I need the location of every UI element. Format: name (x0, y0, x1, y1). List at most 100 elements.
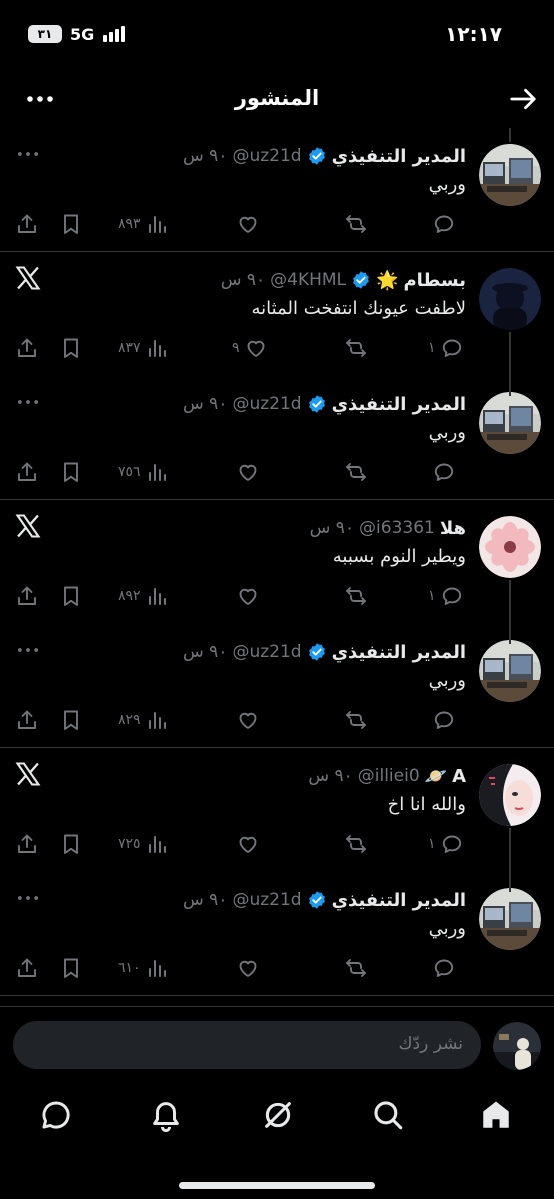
views-button[interactable]: ٨٣٧ (118, 334, 169, 362)
repost-icon (346, 339, 366, 357)
messages-icon[interactable] (39, 1098, 73, 1132)
status-time: ١٢:١٧ (445, 22, 502, 46)
share-button[interactable] (15, 954, 39, 982)
post-more-icon[interactable] (14, 884, 42, 912)
avatar[interactable] (479, 640, 541, 702)
back-arrow-icon[interactable] (508, 84, 538, 114)
author-name[interactable]: المدير التنفيذي (332, 394, 466, 415)
author-name[interactable]: هلا (440, 518, 466, 539)
home-indicator (179, 1182, 375, 1189)
reply-composer: نشر ردّك (0, 1006, 554, 1084)
share-button[interactable] (15, 334, 39, 362)
share-icon (18, 834, 36, 853)
bookmark-button[interactable] (59, 830, 83, 858)
like-button[interactable] (232, 706, 260, 734)
bookmark-icon (64, 834, 78, 854)
reply-button[interactable]: ١ (428, 334, 464, 362)
reply-button[interactable] (428, 954, 456, 982)
views-button[interactable]: ٧٢٥ (118, 830, 169, 858)
repost-button[interactable] (344, 830, 368, 858)
bookmark-button[interactable] (59, 210, 83, 238)
heart-icon (239, 464, 257, 481)
repost-icon (346, 959, 366, 977)
post-actions: ٧٥٦ (0, 458, 554, 486)
author-handle: @illiei0 (357, 766, 420, 786)
repost-button[interactable] (344, 582, 368, 610)
notifications-icon[interactable] (149, 1098, 183, 1132)
user-avatar[interactable] (493, 1022, 541, 1070)
search-icon[interactable] (371, 1098, 405, 1132)
post-author-line: المدير التنفيذي @uz21d ٩٠ س (183, 886, 466, 914)
author-handle: @uz21d (232, 890, 302, 910)
avatar[interactable] (479, 392, 541, 454)
x-logo-icon[interactable] (14, 512, 42, 540)
post-more-icon[interactable] (14, 140, 42, 168)
home-icon[interactable] (479, 1098, 513, 1132)
avatar[interactable] (479, 144, 541, 206)
grok-icon[interactable] (261, 1098, 295, 1132)
bookmark-button[interactable] (59, 458, 83, 486)
views-count: ٨٩٢ (118, 588, 141, 604)
share-button[interactable] (15, 706, 39, 734)
share-button[interactable] (15, 210, 39, 238)
bookmark-button[interactable] (59, 706, 83, 734)
avatar[interactable] (479, 764, 541, 826)
views-count: ٦١٠ (118, 960, 141, 976)
post[interactable]: هلا @i63361 ٩٠ س ويطير النوم بسببه ١ ٨٩٢ (0, 500, 554, 624)
post[interactable]: المدير التنفيذي @uz21d ٩٠ س وربي ٨٢٩ (0, 580, 554, 748)
bookmark-button[interactable] (59, 954, 83, 982)
bookmark-button[interactable] (59, 334, 83, 362)
like-button[interactable] (232, 582, 260, 610)
repost-button[interactable] (344, 210, 368, 238)
share-button[interactable] (15, 830, 39, 858)
reply-button[interactable]: ١ (428, 830, 464, 858)
share-button[interactable] (15, 458, 39, 486)
x-logo-icon[interactable] (14, 760, 42, 788)
like-button[interactable]: ٩ (232, 334, 268, 362)
post-more-icon[interactable] (14, 388, 42, 416)
post[interactable]: المدير التنفيذي @uz21d ٩٠ س وربي ٨٩٣ (0, 128, 554, 252)
like-button[interactable] (232, 210, 260, 238)
views-button[interactable]: ٨٩٣ (118, 210, 169, 238)
views-button[interactable]: ٦١٠ (118, 954, 169, 982)
reply-button[interactable] (428, 706, 456, 734)
post-actions: ٦١٠ (0, 954, 554, 982)
author-name[interactable]: بسطام (403, 270, 466, 291)
share-button[interactable] (15, 582, 39, 610)
avatar[interactable] (479, 516, 541, 578)
like-button[interactable] (232, 458, 260, 486)
repost-button[interactable] (344, 706, 368, 734)
avatar[interactable] (479, 268, 541, 330)
like-button[interactable] (232, 954, 260, 982)
post-more-icon[interactable] (14, 636, 42, 664)
bookmark-button[interactable] (59, 582, 83, 610)
status-bar: ١٢:١٧ ٣١ 5G (0, 0, 554, 70)
author-name[interactable]: A (452, 766, 466, 787)
like-button[interactable] (232, 830, 260, 858)
repost-button[interactable] (344, 334, 368, 362)
views-button[interactable]: ٧٥٦ (118, 458, 169, 486)
views-count: ٨٩٣ (118, 216, 141, 232)
views-button[interactable]: ٨٢٩ (118, 706, 169, 734)
name-emoji: 🌟 (376, 269, 399, 291)
post[interactable]: A 🪐 @illiei0 ٩٠ س والله انا اخ ١ ٧٢٥ (0, 748, 554, 872)
author-name[interactable]: المدير التنفيذي (332, 642, 466, 663)
post[interactable]: المدير التنفيذي @uz21d ٩٠ س وربي ٧٥٦ (0, 332, 554, 500)
reply-button[interactable] (428, 210, 456, 238)
repost-button[interactable] (344, 954, 368, 982)
reply-count: ١ (428, 836, 436, 852)
more-options-icon[interactable] (24, 84, 56, 114)
post[interactable]: المدير التنفيذي @uz21d ٩٠ س وربي ٦١٠ (0, 828, 554, 996)
reply-button[interactable]: ١ (428, 582, 464, 610)
x-logo-icon[interactable] (14, 264, 42, 292)
repost-button[interactable] (344, 458, 368, 486)
post[interactable]: بسطام 🌟 @4KHML ٩٠ س لاطفت عيونك انتفخت المثا… (0, 252, 554, 376)
verified-badge-icon (308, 643, 325, 661)
heart-icon (247, 340, 264, 357)
avatar[interactable] (479, 888, 541, 950)
views-button[interactable]: ٨٩٢ (118, 582, 169, 610)
author-name[interactable]: المدير التنفيذي (332, 146, 466, 167)
reply-button[interactable] (428, 458, 456, 486)
author-name[interactable]: المدير التنفيذي (332, 890, 466, 911)
reply-input[interactable]: نشر ردّك (13, 1021, 481, 1069)
